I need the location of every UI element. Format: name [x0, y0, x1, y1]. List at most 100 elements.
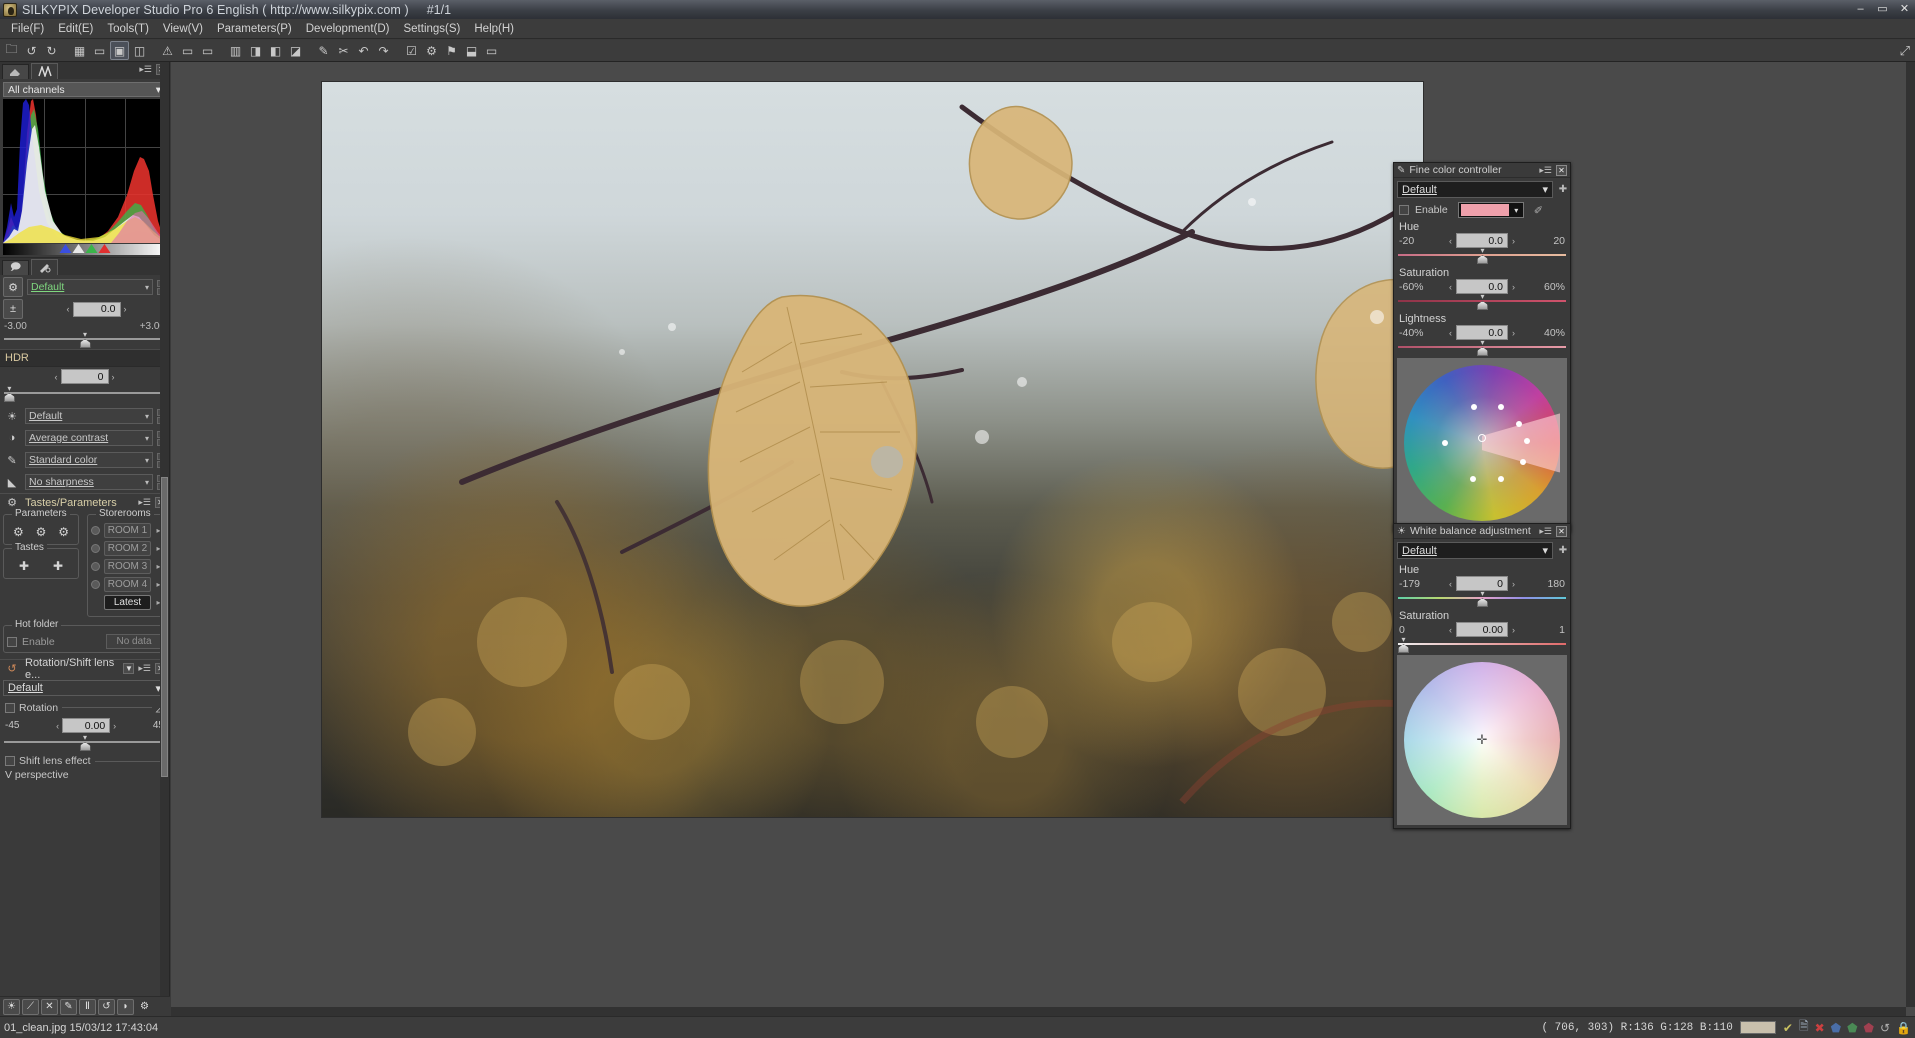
storeroom-room-3[interactable]: ROOM 3	[104, 559, 151, 574]
marker-green-icon[interactable]	[85, 244, 97, 253]
hot-folder-enable-checkbox[interactable]	[7, 636, 17, 647]
color-wheel-handle-2[interactable]	[1497, 404, 1504, 411]
marker-blue-icon[interactable]	[59, 244, 71, 253]
canvas-horizontal-scrollbar[interactable]	[171, 1007, 1906, 1016]
noise-reduction-icon[interactable]: ✕	[41, 998, 58, 1015]
fcc-enable-checkbox[interactable]	[1399, 205, 1409, 215]
parameter-apply-icon[interactable]: ⚙	[54, 523, 74, 541]
flag-green-icon[interactable]: ⬟	[1847, 1021, 1857, 1035]
left-panel-scrollbar[interactable]	[160, 62, 169, 1016]
scrollbar-thumb[interactable]	[161, 477, 168, 777]
wb-saturation-decrement-icon[interactable]: ‹	[1449, 625, 1452, 635]
color-wheel-handle-1[interactable]	[1471, 404, 1478, 411]
panel-menu-icon[interactable]: ▸☰	[1539, 526, 1552, 537]
rotate-left-icon[interactable]: ↶	[354, 41, 373, 60]
fcc-preset-dropdown[interactable]: Default ▾	[1397, 181, 1553, 198]
fcc-lightness-increment-icon[interactable]: ›	[1512, 328, 1515, 338]
panel-menu-icon[interactable]: ▸☰	[138, 663, 151, 674]
exposure-value-input[interactable]: 0.0	[72, 301, 121, 317]
copy-icon[interactable]: 🗎	[1799, 1017, 1809, 1038]
fcc-lightness-knob[interactable]	[1477, 347, 1488, 356]
fcc-lightness-slider[interactable]: ▾	[1398, 339, 1566, 356]
delete-icon[interactable]: ✖	[1815, 1021, 1825, 1035]
redo-icon[interactable]: ↻	[42, 41, 61, 60]
expand-workspace-icon[interactable]: ⤢	[1900, 43, 1910, 59]
rotation-preset-dropdown[interactable]: Default ▾	[3, 680, 166, 696]
flag-blue-icon[interactable]: ⬟	[1831, 1021, 1841, 1035]
fcc-hue-decrement-icon[interactable]: ‹	[1449, 236, 1452, 246]
fcc-color-swatch-dropdown[interactable]: ▾	[1457, 202, 1524, 218]
undo-icon[interactable]: ↺	[22, 41, 41, 60]
fcc-saturation-decrement-icon[interactable]: ‹	[1449, 282, 1452, 292]
wb-hue-decrement-icon[interactable]: ‹	[1449, 579, 1452, 589]
combination-view-icon[interactable]: ▣	[110, 41, 129, 60]
hdr-slider-knob[interactable]	[3, 393, 15, 402]
menu-file[interactable]: File(F)	[4, 21, 51, 37]
rotation-decrement-icon[interactable]: ‹	[56, 721, 59, 731]
storeroom-room-2-radio[interactable]	[91, 544, 100, 553]
rotation-increment-icon[interactable]: ›	[113, 721, 116, 731]
exposure-bias-icon[interactable]: ±	[3, 299, 23, 319]
taste-edit-icon[interactable]: ✚	[48, 557, 68, 575]
highlight-warning-icon[interactable]: ⚠	[158, 41, 177, 60]
apply-check-icon[interactable]: ✔	[1783, 1021, 1793, 1035]
wb-saturation-slider[interactable]: ▾	[1398, 636, 1566, 653]
tab-histogram[interactable]	[31, 63, 58, 79]
hdr-decrement-icon[interactable]: ‹	[55, 372, 58, 382]
eyedropper-icon[interactable]: ✐	[1534, 204, 1543, 217]
exposure-slider[interactable]: ▾	[4, 331, 165, 348]
color-wheel-handle-7[interactable]	[1469, 475, 1476, 482]
storeroom-latest-button[interactable]: Latest	[104, 595, 151, 610]
image-canvas-area[interactable]: ✎ Fine color controller ▸☰ ✕ Default ▾ ✚…	[171, 62, 1915, 1016]
exposure-tool-icon[interactable]: ◨	[246, 41, 265, 60]
marker-flag-icon[interactable]: ⚑	[442, 41, 461, 60]
print-icon[interactable]: ▭	[482, 41, 501, 60]
wb-preset-dropdown[interactable]: Default ▾	[1397, 542, 1553, 559]
marker-white-icon[interactable]	[72, 244, 84, 253]
dropdown-brightness[interactable]: Default ▾	[25, 408, 153, 424]
lock-icon[interactable]: 🔒	[1896, 1021, 1911, 1035]
fcc-saturation-slider[interactable]: ▾	[1398, 293, 1566, 310]
wb-saturation-value-input[interactable]: 0.00	[1456, 622, 1508, 637]
storeroom-room-1-radio[interactable]	[91, 526, 100, 535]
fcc-lightness-decrement-icon[interactable]: ‹	[1449, 328, 1452, 338]
menu-settings[interactable]: Settings(S)	[396, 21, 467, 37]
canvas-vertical-scrollbar[interactable]	[1906, 62, 1915, 1007]
menu-tools[interactable]: Tools(T)	[100, 21, 156, 37]
spot-removal-icon[interactable]: ✂	[334, 41, 353, 60]
rotation-dropdown-icon[interactable]: ▼	[123, 663, 135, 674]
panel-menu-icon[interactable]: ▸☰	[1539, 165, 1552, 176]
actual-pixels-icon[interactable]: ▭	[198, 41, 217, 60]
exposure-increment-icon[interactable]: ›	[124, 304, 127, 314]
compare-icon[interactable]: ▥	[226, 41, 245, 60]
thumbnail-grid-view-icon[interactable]: ▦	[70, 41, 89, 60]
rotation-slider-knob[interactable]	[79, 742, 91, 751]
menu-help[interactable]: Help(H)	[467, 21, 521, 37]
hdr-slider[interactable]: ▾	[3, 385, 165, 402]
tone-curve-panel-icon[interactable]: ⟋	[22, 998, 39, 1015]
dodge-burn-icon[interactable]: ◗	[117, 998, 134, 1015]
close-icon[interactable]: ✕	[1556, 525, 1567, 537]
hdr-value-input[interactable]: 0	[60, 369, 109, 384]
single-preview-view-icon[interactable]: ▭	[90, 41, 109, 60]
lens-aberration-icon[interactable]: Ⅱ	[79, 998, 96, 1015]
settings-gear-icon[interactable]: ⚙	[422, 41, 441, 60]
tab-thumbnail[interactable]	[2, 64, 29, 79]
rotate-right-icon[interactable]: ↷	[374, 41, 393, 60]
exposure-preset-dropdown[interactable]: Default ▾	[27, 279, 153, 295]
gear-icon[interactable]: ⚙	[3, 277, 23, 297]
storeroom-room-4-radio[interactable]	[91, 580, 100, 589]
parameter-add-icon[interactable]: ⚙	[8, 523, 28, 541]
rotation-panel-icon[interactable]: ↺	[98, 998, 115, 1015]
more-settings-icon[interactable]: ⚙	[136, 999, 153, 1015]
menu-development[interactable]: Development(D)	[299, 21, 397, 37]
fcc-add-preset-icon[interactable]: ✚	[1556, 184, 1570, 195]
wb-hue-slider[interactable]: ▾	[1398, 590, 1566, 607]
panel-menu-icon[interactable]: ▸☰	[138, 497, 151, 508]
rotation-slider[interactable]: ▾	[4, 734, 165, 751]
tab-adjust[interactable]	[31, 259, 58, 275]
flag-red-icon[interactable]: ⬟	[1864, 1021, 1874, 1035]
dropdown-color[interactable]: Standard color ▾	[25, 452, 153, 468]
color-wheel-handle-8[interactable]	[1441, 440, 1448, 446]
fcc-saturation-increment-icon[interactable]: ›	[1512, 282, 1515, 292]
